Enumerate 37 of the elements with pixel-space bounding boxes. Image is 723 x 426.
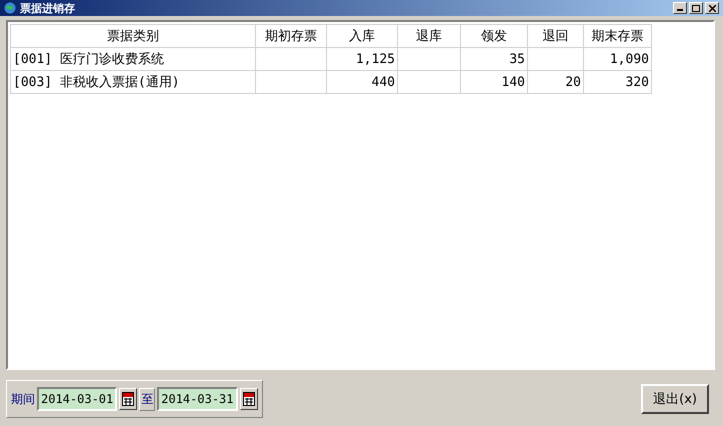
- table-cell: [001] 医疗门诊收费系统: [10, 48, 256, 70]
- period-label: 期间: [11, 390, 35, 408]
- calendar-icon: [122, 392, 134, 406]
- separator-label: 至: [139, 388, 156, 410]
- table-cell: [398, 48, 460, 70]
- table-cell: [528, 48, 584, 70]
- table-cell: 440: [326, 70, 398, 94]
- exit-button[interactable]: 退出(x): [641, 384, 709, 414]
- maximize-button[interactable]: [689, 2, 703, 14]
- column-header[interactable]: 退回: [528, 24, 584, 48]
- minimize-button[interactable]: [673, 2, 687, 14]
- close-icon: [708, 4, 716, 12]
- end-date-field[interactable]: 2014-03-31: [157, 387, 238, 411]
- globe-icon: [4, 2, 16, 14]
- table-cell: [003] 非税收入票据(通用): [10, 70, 256, 94]
- close-button[interactable]: [705, 2, 719, 14]
- calendar-button[interactable]: [240, 388, 258, 410]
- column-header[interactable]: 领发: [460, 24, 528, 48]
- table-cell: 140: [460, 70, 528, 94]
- table-cell: 20: [528, 70, 584, 94]
- column-header[interactable]: 期末存票: [584, 24, 652, 48]
- table-cell: 1,090: [584, 48, 652, 70]
- column-header[interactable]: 期初存票: [256, 24, 326, 48]
- window-title: 票据进销存: [20, 0, 75, 16]
- table-cell: 35: [460, 48, 528, 70]
- table-cell: [256, 70, 326, 94]
- table-cell: 320: [584, 70, 652, 94]
- column-header[interactable]: 票据类别: [10, 24, 256, 48]
- maximize-icon: [692, 4, 700, 12]
- column-header[interactable]: 入库: [326, 24, 398, 48]
- table-cell: [256, 48, 326, 70]
- calendar-button[interactable]: [119, 388, 138, 410]
- column-header[interactable]: 退库: [398, 24, 460, 48]
- start-date-field[interactable]: 2014-03-01: [37, 387, 118, 411]
- calendar-icon: [242, 392, 254, 406]
- table-cell: 1,125: [326, 48, 398, 70]
- table-cell: [398, 70, 460, 94]
